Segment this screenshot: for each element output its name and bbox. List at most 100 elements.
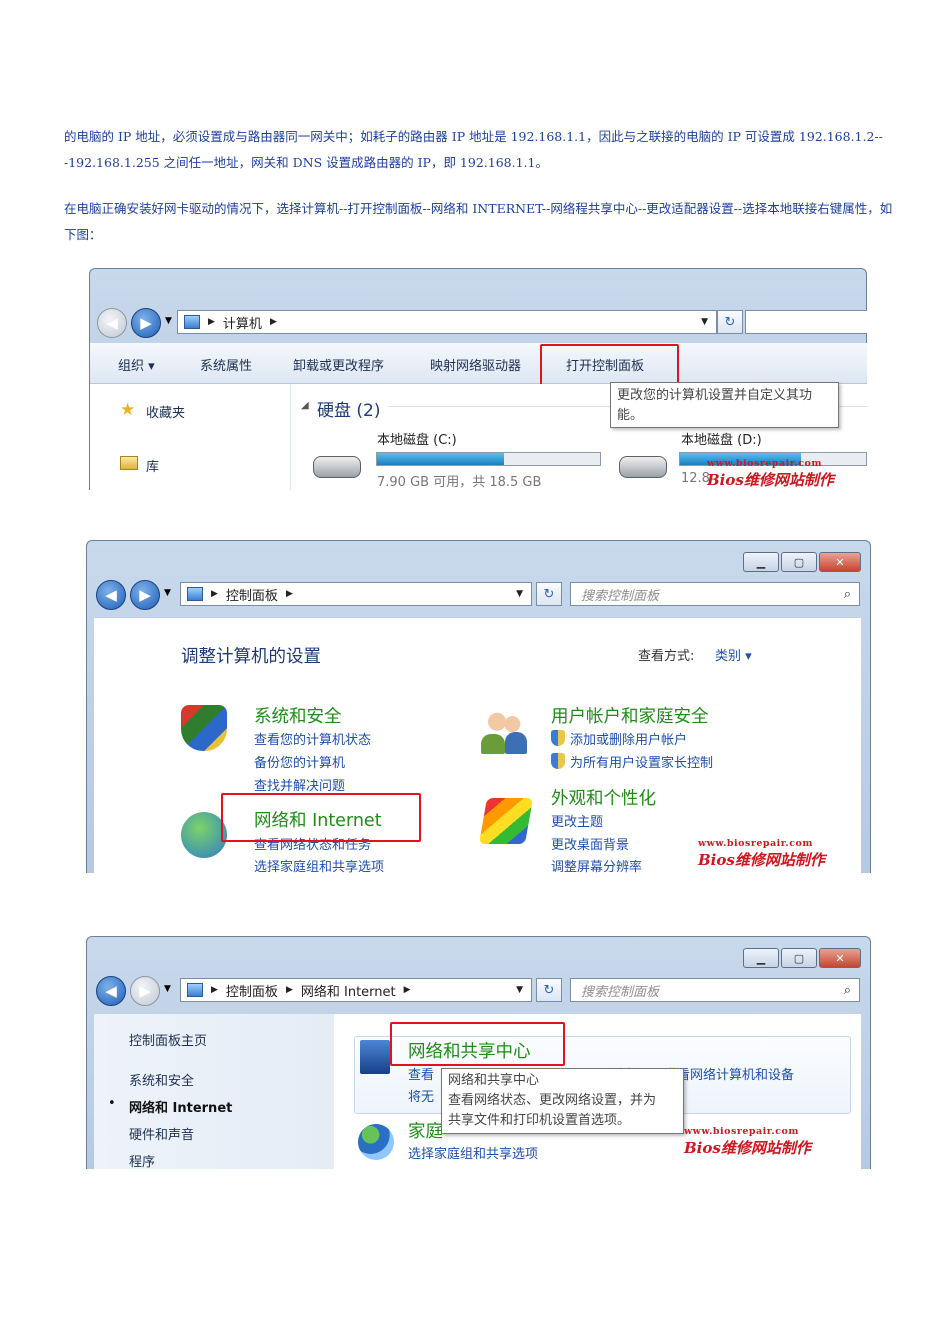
star-icon: ★ bbox=[120, 400, 136, 420]
minimize-button[interactable]: ▁ bbox=[743, 948, 779, 968]
link-troubleshoot[interactable]: 查找并解决问题 bbox=[254, 775, 345, 794]
navigation-pane: ★ 收藏夹 库 bbox=[90, 384, 291, 490]
link-desktop-background[interactable]: 更改桌面背景 bbox=[551, 834, 629, 853]
link-add-remove-users[interactable]: 添加或删除用户帐户 bbox=[570, 729, 687, 748]
search-input[interactable] bbox=[745, 310, 867, 334]
nav-programs[interactable]: 程序 bbox=[129, 1151, 155, 1169]
crumb-control-panel[interactable]: 控制面板 bbox=[226, 585, 278, 604]
homegroup-title[interactable]: 家庭 bbox=[408, 1118, 443, 1143]
homegroup-icon bbox=[358, 1124, 394, 1160]
users-icon bbox=[481, 708, 527, 754]
current-bullet-icon: • bbox=[108, 1096, 116, 1111]
category-system-security[interactable]: 系统和安全 bbox=[254, 703, 342, 728]
watermark-brand: Bios维修网站制作 bbox=[684, 1139, 811, 1157]
link-view-status[interactable]: 查看 bbox=[408, 1064, 434, 1083]
link-backup[interactable]: 备份您的计算机 bbox=[254, 752, 345, 771]
link-view-status[interactable]: 查看您的计算机状态 bbox=[254, 729, 371, 748]
nav-network-internet[interactable]: 网络和 Internet bbox=[129, 1097, 232, 1116]
chevron-right-icon: ▶ bbox=[269, 317, 277, 327]
close-button[interactable]: ✕ bbox=[819, 948, 861, 968]
address-dropdown-icon[interactable]: ▼ bbox=[516, 589, 523, 599]
drive-d-name[interactable]: 本地磁盘 (D:) bbox=[681, 429, 762, 448]
collapse-icon[interactable]: ◢ bbox=[301, 400, 309, 411]
back-button[interactable]: ◀ bbox=[96, 580, 126, 610]
search-icon[interactable]: ⌕ bbox=[844, 587, 851, 602]
link-homegroup[interactable]: 选择家庭组和共享选项 bbox=[254, 856, 384, 873]
link-parental-controls[interactable]: 为所有用户设置家长控制 bbox=[570, 752, 713, 771]
steps-paragraph: 在电脑正确安装好网卡驱动的情况下，选择计算机--打开控制面板--网络和 INTE… bbox=[64, 196, 894, 248]
link-wireless[interactable]: 将无 bbox=[408, 1086, 434, 1105]
nav-row: ◀ ▶ ▼ ▶ 计算机 ▶ ▼ ↻ bbox=[97, 308, 867, 338]
nav-system-security[interactable]: 系统和安全 bbox=[129, 1070, 194, 1089]
address-bar[interactable]: ▶ 计算机 ▶ ▼ bbox=[177, 310, 717, 334]
section-drives: 硬盘 (2) bbox=[317, 401, 381, 421]
refresh-button[interactable]: ↻ bbox=[536, 582, 562, 606]
refresh-button[interactable]: ↻ bbox=[717, 310, 743, 334]
watermark: www.biosrepair.com Bios维修网站制作 bbox=[707, 458, 834, 490]
tooltip-line: 查看网络状态、更改网络设置，并为 bbox=[448, 1093, 657, 1108]
tooltip-line: 共享文件和打印机设置首选项。 bbox=[448, 1113, 631, 1128]
address-bar[interactable]: ▶ 控制面板 ▶ 网络和 Internet ▶ ▼ bbox=[180, 978, 532, 1002]
history-dropdown-icon[interactable]: ▼ bbox=[164, 984, 171, 994]
address-dropdown-icon[interactable]: ▼ bbox=[516, 985, 523, 995]
nav-control-panel-home[interactable]: 控制面板主页 bbox=[129, 1030, 207, 1049]
watermark-brand: Bios维修网站制作 bbox=[707, 471, 834, 489]
search-input[interactable]: 搜索控制面板 ⌕ bbox=[570, 582, 860, 606]
crumb-computer[interactable]: 计算机 bbox=[223, 313, 262, 332]
nav-hardware-sound[interactable]: 硬件和声音 bbox=[129, 1124, 194, 1143]
search-placeholder: 搜索控制面板 bbox=[581, 984, 660, 1000]
history-dropdown-icon[interactable]: ▼ bbox=[165, 316, 172, 326]
link-change-theme[interactable]: 更改主题 bbox=[551, 811, 603, 830]
watermark: www.biosrepair.com Bios维修网站制作 bbox=[698, 838, 825, 870]
nav-favorites[interactable]: 收藏夹 bbox=[146, 402, 185, 421]
map-drive-button[interactable]: 映射网络驱动器 bbox=[430, 355, 521, 374]
uninstall-button[interactable]: 卸载或更改程序 bbox=[293, 355, 384, 374]
view-by-label: 查看方式: bbox=[638, 649, 695, 664]
library-icon bbox=[120, 456, 138, 470]
link-screen-resolution[interactable]: 调整屏幕分辨率 bbox=[551, 856, 642, 873]
search-input[interactable]: 搜索控制面板 ⌕ bbox=[570, 978, 860, 1002]
chevron-right-icon: ▶ bbox=[285, 985, 293, 995]
category-user-accounts[interactable]: 用户帐户和家庭安全 bbox=[551, 703, 709, 728]
maximize-button[interactable]: ▢ bbox=[781, 948, 817, 968]
task-pane: 控制面板主页 系统和安全 • 网络和 Internet 硬件和声音 程序 bbox=[94, 1014, 334, 1169]
highlight-box bbox=[221, 793, 421, 842]
crumb-control-panel[interactable]: 控制面板 bbox=[226, 981, 278, 1000]
search-icon[interactable]: ⌕ bbox=[844, 983, 851, 998]
watermark-url: www.biosrepair.com bbox=[698, 838, 813, 849]
close-button[interactable]: ✕ bbox=[819, 552, 861, 572]
drive-c-name[interactable]: 本地磁盘 (C:) bbox=[377, 429, 457, 448]
system-properties-button[interactable]: 系统属性 bbox=[200, 355, 252, 374]
maximize-button[interactable]: ▢ bbox=[781, 552, 817, 572]
drive-c-free: 7.90 GB 可用，共 18.5 GB bbox=[377, 475, 542, 490]
forward-button[interactable]: ▶ bbox=[130, 976, 160, 1006]
history-dropdown-icon[interactable]: ▼ bbox=[164, 588, 171, 598]
command-bar: 组织 ▾ 系统属性 卸载或更改程序 映射网络驱动器 打开控制面板 bbox=[90, 343, 867, 384]
network-icon bbox=[187, 983, 203, 997]
computer-icon bbox=[184, 315, 200, 329]
minimize-button[interactable]: ▁ bbox=[743, 552, 779, 572]
forward-button[interactable]: ▶ bbox=[131, 308, 161, 338]
window-controls: ▁ ▢ ✕ bbox=[741, 948, 861, 968]
tooltip: 网络和共享中心 查看网络状态、更改网络设置，并为 共享文件和打印机设置首选项。 bbox=[441, 1068, 684, 1134]
tooltip: 更改您的计算机设置并自定义其功能。 bbox=[610, 382, 839, 428]
refresh-button[interactable]: ↻ bbox=[536, 978, 562, 1002]
tooltip-line: 网络和共享中心 bbox=[448, 1073, 540, 1088]
back-button[interactable]: ◀ bbox=[96, 976, 126, 1006]
chevron-right-icon: ▶ bbox=[208, 317, 215, 327]
back-button[interactable]: ◀ bbox=[97, 308, 127, 338]
organize-button[interactable]: 组织 ▾ bbox=[118, 355, 155, 374]
watermark-url: www.biosrepair.com bbox=[707, 458, 822, 469]
address-dropdown-icon[interactable]: ▼ bbox=[701, 317, 708, 327]
screenshot-control-panel: ▁ ▢ ✕ ◀ ▶ ▼ ▶ 控制面板 ▶ ▼ ↻ 搜索控制面板 ⌕ 调整计算机的… bbox=[86, 540, 871, 873]
link-homegroup[interactable]: 选择家庭组和共享选项 bbox=[408, 1143, 538, 1162]
network-center-icon bbox=[360, 1040, 390, 1074]
drive-d-free: 12.8 bbox=[681, 471, 710, 486]
view-by-dropdown[interactable]: 类别 ▾ bbox=[715, 645, 752, 664]
crumb-network-internet[interactable]: 网络和 Internet bbox=[301, 981, 396, 1000]
address-bar[interactable]: ▶ 控制面板 ▶ ▼ bbox=[180, 582, 532, 606]
screenshot-computer-window: ◀ ▶ ▼ ▶ 计算机 ▶ ▼ ↻ 组织 ▾ 系统属性 卸载或更改程序 映射网络… bbox=[89, 268, 867, 490]
category-appearance[interactable]: 外观和个性化 bbox=[551, 785, 656, 810]
nav-library[interactable]: 库 bbox=[146, 456, 159, 475]
forward-button[interactable]: ▶ bbox=[130, 580, 160, 610]
